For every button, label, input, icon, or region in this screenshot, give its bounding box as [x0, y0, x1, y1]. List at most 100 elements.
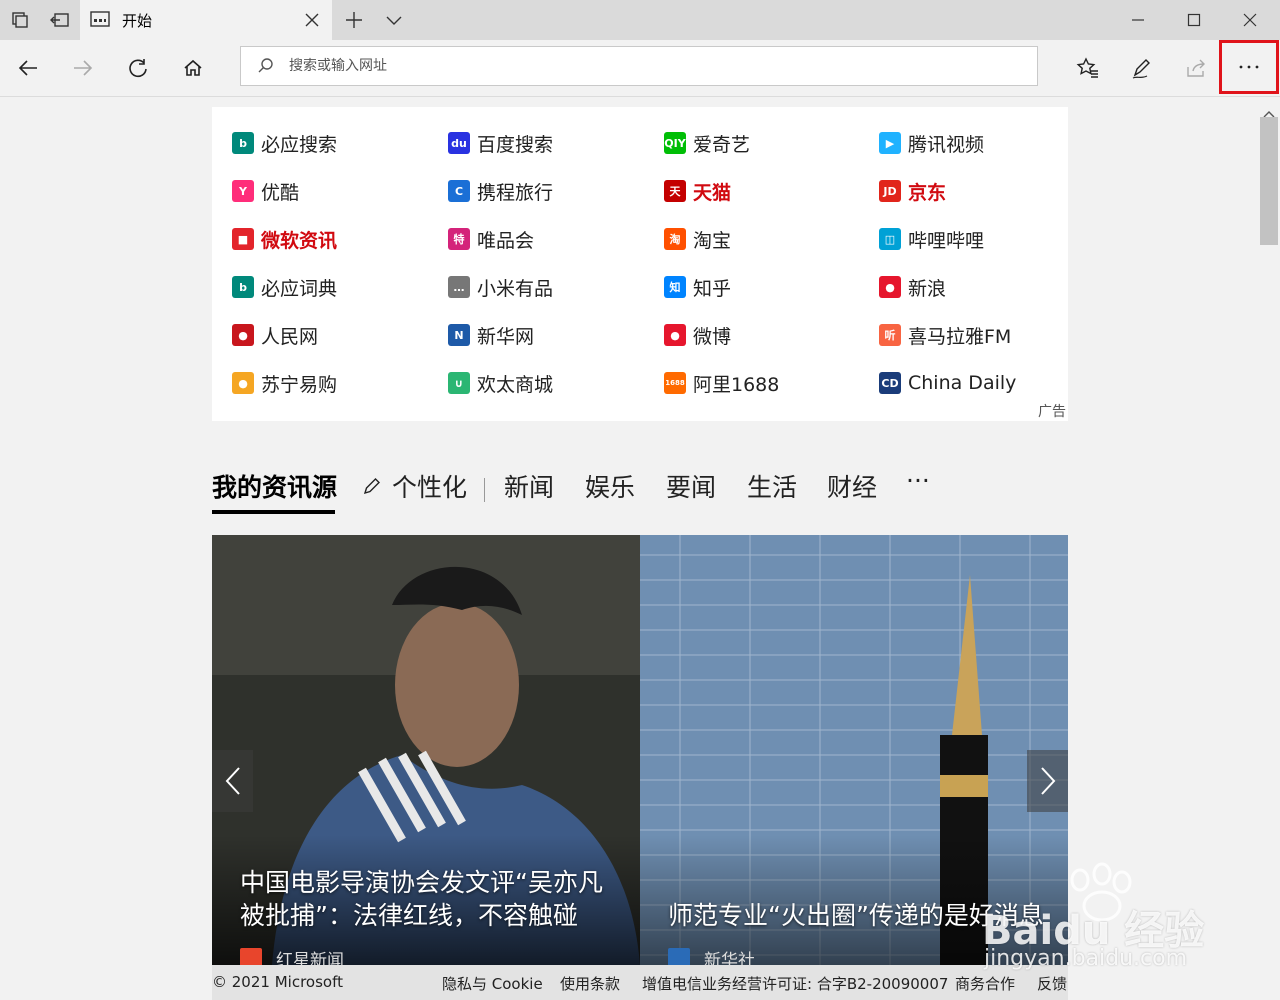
top-site-item[interactable]: 天天猫	[664, 176, 731, 206]
top-site-item[interactable]: ● 苏宁易购	[232, 368, 337, 398]
tab-page-icon	[90, 10, 110, 32]
address-bar[interactable]	[240, 46, 1038, 86]
top-site-item[interactable]: JD 京东	[879, 176, 946, 206]
carousel-prev-button[interactable]	[212, 750, 253, 812]
pen-icon[interactable]	[1126, 52, 1158, 84]
tab-headlines[interactable]: 要闻	[666, 468, 716, 504]
news-card[interactable]: 中国电影导演协会发文评“吴亦凡 被批捕”：法律红线，不容触碰 红星新闻	[212, 535, 640, 965]
vip-icon: 特	[448, 228, 470, 250]
tencent-video-icon: ▶	[879, 132, 901, 154]
close-window-icon[interactable]	[1222, 0, 1278, 40]
tab-start[interactable]: 开始	[80, 0, 332, 40]
top-site-item[interactable]: 知知乎	[664, 272, 731, 302]
top-site-label: 小米有品	[477, 277, 554, 300]
taobao-icon: 淘	[664, 228, 686, 250]
top-site-item[interactable]: … 小米有品	[448, 272, 553, 302]
tab-my-feed[interactable]: 我的资讯源	[212, 468, 337, 504]
share-icon[interactable]	[1180, 52, 1212, 84]
tab-entertainment[interactable]: 娱乐	[585, 468, 635, 504]
back-icon[interactable]	[12, 52, 44, 84]
top-site-item[interactable]: Y 优酷	[232, 176, 299, 206]
top-site-label: 优酷	[261, 181, 300, 204]
top-site-item[interactable]: ● 微博	[664, 320, 731, 350]
carousel-next-button[interactable]	[1027, 750, 1068, 812]
chevron-right-icon	[1040, 767, 1055, 795]
forward-icon[interactable]	[67, 52, 99, 84]
tab-title: 开始	[122, 12, 153, 30]
top-site-label: 唯品会	[477, 229, 535, 252]
people-icon: ●	[232, 324, 254, 346]
footer: © 2021 Microsoft 隐私与 Cookie 使用条款 增值电信业务经…	[212, 965, 1068, 1000]
close-tab-icon[interactable]	[302, 10, 322, 30]
vertical-scrollbar[interactable]	[1258, 97, 1280, 1000]
refresh-icon[interactable]	[122, 52, 154, 84]
top-site-label: 必应搜索	[261, 133, 338, 156]
hongxing-logo-icon	[240, 947, 262, 965]
top-site-label: 欢太商城	[477, 373, 554, 396]
pencil-icon[interactable]	[362, 476, 382, 500]
top-site-item[interactable]: b 必应搜索	[232, 128, 337, 158]
active-tab-underline	[212, 510, 335, 514]
top-site-item[interactable]: ▶ 腾讯视频	[879, 128, 984, 158]
top-site-item[interactable]: QIY 爱奇艺	[664, 128, 750, 158]
chinadaily-icon: CD	[879, 372, 901, 394]
tab-groups-icon[interactable]	[8, 8, 32, 32]
xinhua-logo-icon	[668, 947, 690, 965]
top-site-item[interactable]: ● 人民网	[232, 320, 318, 350]
home-icon[interactable]	[177, 52, 209, 84]
top-site-item[interactable]: N 新华网	[448, 320, 534, 350]
top-site-label: 新华网	[477, 325, 535, 348]
chevron-down-icon[interactable]	[382, 8, 406, 32]
top-site-item[interactable]: ● 新浪	[879, 272, 946, 302]
tab-personalize[interactable]: 个性化	[392, 468, 467, 504]
tab-finance[interactable]: 财经	[827, 468, 877, 504]
heytap-icon: ∪	[448, 372, 470, 394]
top-site-label: 淘宝	[693, 229, 732, 252]
top-site-item[interactable]: ◫ 哔哩哔哩	[879, 224, 984, 254]
top-site-item[interactable]: 特唯品会	[448, 224, 534, 254]
baidu-paw-icon: du	[448, 132, 470, 154]
search-icon	[257, 57, 275, 79]
news-source-label: 红星新闻	[276, 951, 344, 965]
top-site-label: 哔哩哔哩	[908, 229, 985, 252]
news-source: 红星新闻	[240, 946, 344, 965]
top-site-label: 新浪	[908, 277, 947, 300]
top-site-item[interactable]: 听喜马拉雅FM	[879, 320, 1011, 350]
top-site-item[interactable]: 淘淘宝	[664, 224, 731, 254]
privacy-link[interactable]: 隐私与 Cookie	[442, 973, 543, 994]
favorites-icon[interactable]	[1072, 52, 1104, 84]
top-site-item[interactable]: du 百度搜索	[448, 128, 553, 158]
bing-icon: b	[232, 132, 254, 154]
address-input[interactable]	[289, 47, 1009, 85]
top-site-item[interactable]: 1688 阿里1688	[664, 368, 779, 398]
feed-tabs: 我的资讯源 个性化 新闻 娱乐 要闻 生活 财经 ···	[212, 466, 1068, 514]
top-site-label: 阿里1688	[693, 373, 780, 396]
top-site-label: 人民网	[261, 325, 319, 348]
minimize-icon[interactable]	[1110, 0, 1166, 40]
maximize-icon[interactable]	[1166, 0, 1222, 40]
scrollbar-thumb[interactable]	[1260, 117, 1278, 245]
tab-lifestyle[interactable]: 生活	[747, 468, 797, 504]
ctrip-icon: C	[448, 180, 470, 202]
top-site-label: 微软资讯	[261, 229, 338, 252]
news-carousel: 中国电影导演协会发文评“吴亦凡 被批捕”：法律红线，不容触碰 红星新闻 师范专业…	[212, 535, 1068, 965]
more-dots-icon	[1239, 65, 1259, 69]
tab-more[interactable]: ···	[906, 466, 930, 495]
top-site-label: China Daily	[908, 372, 1017, 394]
terms-link[interactable]: 使用条款	[560, 973, 620, 994]
tab-news[interactable]: 新闻	[504, 468, 554, 504]
ad-label: 广告	[1038, 404, 1066, 420]
new-tab-icon[interactable]	[342, 8, 366, 32]
top-site-item[interactable]: ∪ 欢太商城	[448, 368, 553, 398]
more-options-button[interactable]	[1219, 40, 1279, 94]
top-site-item[interactable]: b 必应词典	[232, 272, 337, 302]
top-site-label: 携程旅行	[477, 181, 554, 204]
top-site-item[interactable]: CD China Daily	[879, 368, 1016, 398]
set-aside-tabs-icon[interactable]	[48, 8, 72, 32]
license-link[interactable]: 增值电信业务经营许可证: 合字B2-20090007	[642, 973, 948, 994]
top-site-label: 百度搜索	[477, 133, 554, 156]
top-site-label: 腾讯视频	[908, 133, 985, 156]
top-site-item[interactable]: C 携程旅行	[448, 176, 553, 206]
top-site-item[interactable]: ■ 微软资讯	[232, 224, 337, 254]
top-sites-panel: 广告 b 必应搜索 du 百度搜索 QIY 爱奇艺 ▶ 腾讯视频 Y 优酷 C 携程旅行 天天猫 JD 京东…	[212, 107, 1068, 421]
